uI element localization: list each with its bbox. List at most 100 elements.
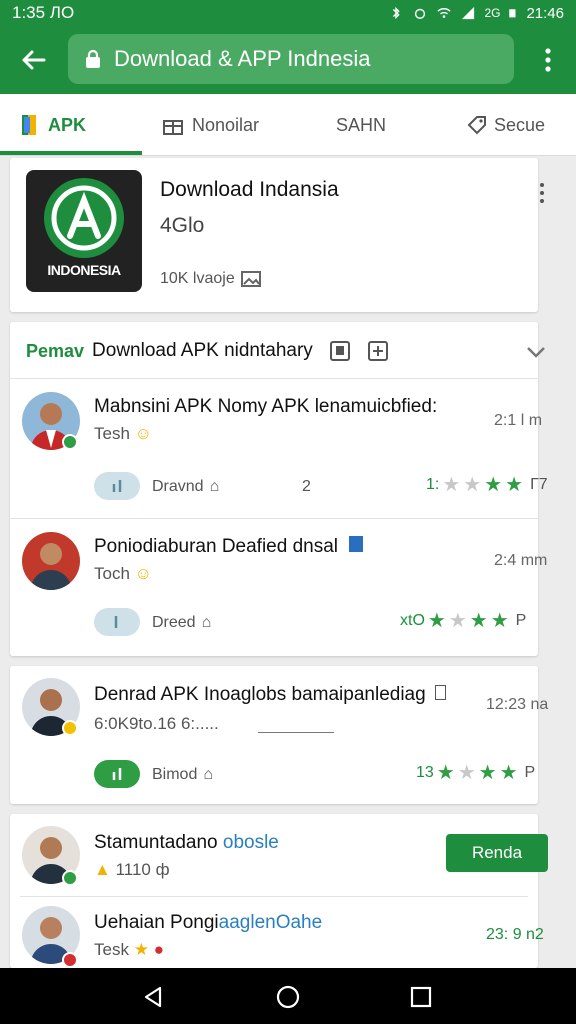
app-downloads-text: 10K lvaoje <box>160 270 235 287</box>
more-options-icon[interactable] <box>540 46 556 74</box>
tab-nonoilar[interactable]: Nonoilar <box>162 94 259 156</box>
star-icon: ★ <box>469 610 488 632</box>
home-icon: ⌂ <box>209 478 220 495</box>
tab-secue[interactable]: Secue <box>466 94 545 156</box>
download-bars-icon <box>112 768 122 780</box>
status-badge <box>62 720 78 736</box>
item-title-text: Poniodiaburan Deafied dnsal <box>94 536 339 557</box>
item-title-text: Uehaian Pongi <box>94 912 219 933</box>
app-icon: INDONESIA <box>26 170 142 292</box>
person-photo <box>22 532 80 590</box>
home-icon: ⌂ <box>203 766 214 783</box>
app-size: 4Glo <box>160 214 205 237</box>
item-time: 12:23 na <box>486 696 549 713</box>
app-icon-label: INDONESIA <box>47 262 121 278</box>
star-gold-icon: ★ <box>133 940 149 959</box>
battery-icon <box>509 9 516 18</box>
item-subtitle: ▲ 1110 ф <box>94 860 170 880</box>
item-time: 23: 9 n2 <box>486 926 544 943</box>
star-rating: 1: ★ ★ ★ ★ Г7 <box>426 475 548 495</box>
app-name: Download Indansia <box>160 178 339 201</box>
list-item[interactable]: Denrad APK Inoaglobs bamaipanlediag 6:0K… <box>10 666 548 804</box>
item-subtitle-text: 1110 ф <box>115 860 170 879</box>
smile-emoji-icon: ☺ <box>134 564 153 583</box>
system-nav-bar <box>0 968 576 1024</box>
rating-text: xtO <box>400 612 425 629</box>
list-item[interactable]: Poniodiaburan Deafied dnsal Toch ☺ 2:4 m… <box>10 518 547 656</box>
download-pill-button[interactable] <box>94 472 140 500</box>
item-subtitle-text: Tesk <box>94 940 129 959</box>
rating-suffix: Р <box>524 764 536 781</box>
rating-suffix: Р <box>515 612 527 629</box>
address-bar[interactable]: Download & APP Indnesia <box>68 34 514 84</box>
tab-apk[interactable]: APK <box>20 94 86 156</box>
item-title: Uehaian PongiaaglenOahe <box>94 912 322 934</box>
smile-emoji-icon: ☺ <box>134 424 153 443</box>
chevron-down-icon[interactable] <box>526 346 546 358</box>
download-pill-button[interactable] <box>94 608 140 636</box>
status-bar: 1:35 ЛО 2G 21:46 <box>0 0 576 26</box>
star-icon: ★ <box>427 610 446 632</box>
item-meta-text: Dreed <box>152 614 196 631</box>
item-meta-text: Bimod <box>152 766 198 783</box>
tab-bar: APK Nonoilar SAHN Secue <box>0 94 576 156</box>
card-more-icon[interactable] <box>538 182 546 204</box>
apk-icon <box>22 115 36 135</box>
network-type: 2G <box>484 6 501 20</box>
item-meta-text: Dravnd <box>152 478 204 495</box>
wifi-icon <box>437 8 452 18</box>
item-meta: Bimod ⌂ <box>152 766 213 784</box>
download-pill-button[interactable] <box>94 760 140 788</box>
item-subtitle: Toch ☺ <box>94 564 152 584</box>
renda-button[interactable]: Renda <box>446 834 548 872</box>
list-item[interactable]: Uehaian PongiaaglenOahe Tesk ★ ● 23: 9 n… <box>10 896 544 968</box>
status-icons: 2G 21:46 <box>388 5 564 22</box>
tab-apk-label: APK <box>48 114 87 135</box>
star-icon: ★ <box>505 474 524 496</box>
item-title-accent: aaglenOahe <box>218 912 323 933</box>
app-downloads: 10K lvaoje <box>160 270 261 288</box>
list-item[interactable]: Mabnsini APK Nomy APK lenamuicbfied: Tes… <box>10 378 548 518</box>
star-icon: ★ <box>442 474 461 496</box>
lock-icon <box>86 49 100 68</box>
bookmark-blue-icon <box>349 536 364 552</box>
status-badge <box>62 952 78 968</box>
section-title: Download APK nidntahary <box>92 340 313 361</box>
item-meta: Dreed ⌂ <box>152 614 211 632</box>
add-box-icon[interactable] <box>367 340 389 362</box>
download-list-card: Denrad APK Inoaglobs bamaipanlediag 6:0K… <box>10 666 548 804</box>
verified-badge <box>62 434 78 450</box>
home-icon: ⌂ <box>201 614 212 631</box>
item-meta: Dravnd ⌂ <box>152 478 219 496</box>
nav-home-icon[interactable] <box>275 984 301 1010</box>
download-bars-icon <box>112 480 122 492</box>
back-arrow-icon[interactable] <box>18 44 50 76</box>
section-tag: Pemav <box>26 340 85 361</box>
tab-nonoilar-label: Nonoilar <box>192 114 260 135</box>
page-title: Download & APP Indnesia <box>114 46 371 71</box>
download-list-card: Pemav Download APK nidntahary Mabnsini A… <box>10 322 548 656</box>
item-subtitle-text: Toch <box>94 564 130 583</box>
avatar <box>22 532 80 590</box>
item-time: 2:1 l m <box>494 412 543 429</box>
status-time: 1:35 ЛО <box>12 3 75 22</box>
item-count: 2 <box>302 478 311 495</box>
nav-back-icon[interactable] <box>142 986 164 1008</box>
download-bars-icon <box>114 616 118 628</box>
item-title-text: Denrad APK Inoaglobs bamaipanlediag <box>94 684 426 705</box>
featured-app-card[interactable]: INDONESIA Download Indansia 4Glo 10K lva… <box>10 158 544 312</box>
rating-text: 1: <box>426 476 440 493</box>
bluetooth-icon <box>393 6 401 20</box>
image-icon <box>240 271 261 287</box>
tag-icon <box>467 116 486 135</box>
verified-badge <box>62 870 78 886</box>
item-title: Mabnsini APK Nomy APK lenamuicbfied: <box>94 396 438 417</box>
star-icon: ★ <box>478 762 497 784</box>
bookmark-icon[interactable] <box>329 340 351 362</box>
nav-recents-icon[interactable] <box>410 986 432 1008</box>
item-time: 2:4 mm <box>494 552 548 569</box>
star-icon: ★ <box>484 474 503 496</box>
tab-sahn[interactable]: SAHN <box>336 94 386 156</box>
alert-red-icon: ● <box>153 940 164 959</box>
item-title: Denrad APK Inoaglobs bamaipanlediag <box>94 684 446 706</box>
